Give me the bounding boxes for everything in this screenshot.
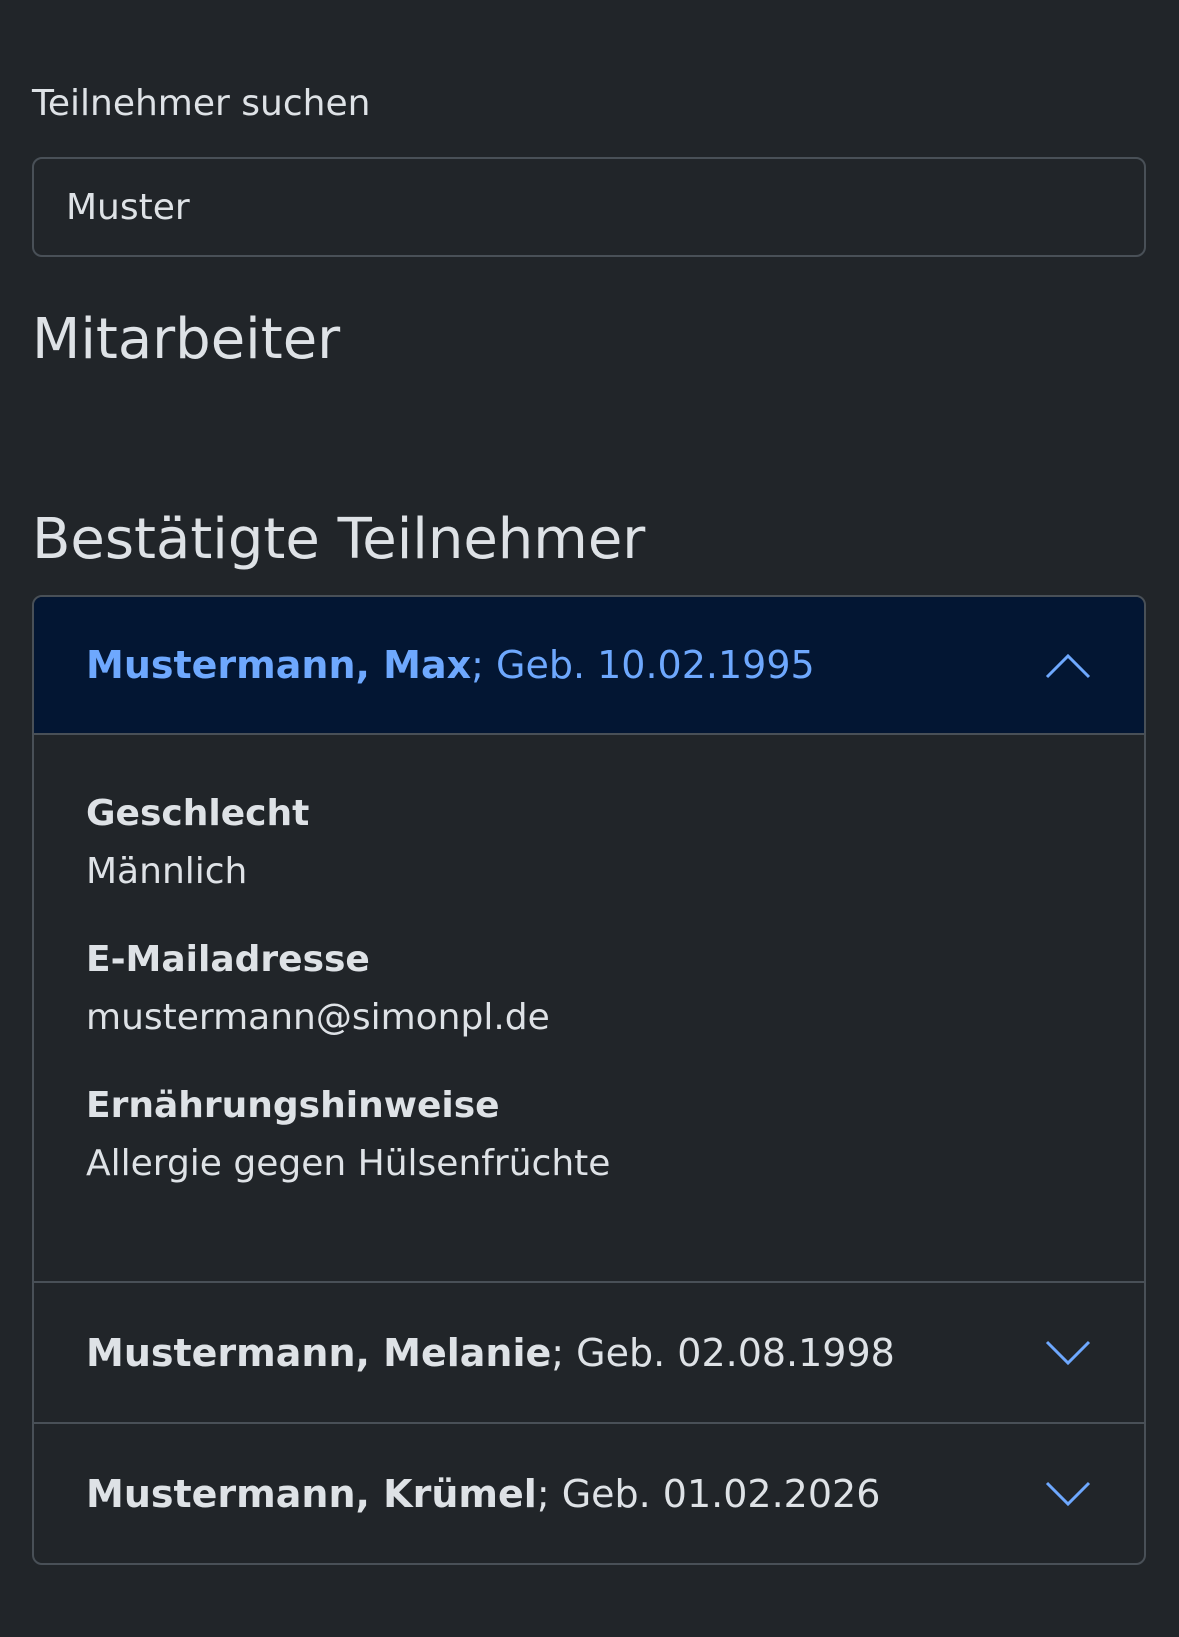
participant-birth: ; Geb. 01.02.2026 [536, 1471, 881, 1516]
participants-accordion: Mustermann, Max; Geb. 10.02.1995 Geschle… [32, 595, 1146, 1565]
participant-name: Mustermann, Melanie [86, 1330, 552, 1375]
participant-header[interactable]: Mustermann, Max; Geb. 10.02.1995 [34, 597, 1144, 735]
participant-title: Mustermann, Krümel; Geb. 01.02.2026 [86, 1472, 880, 1516]
gender-label: Geschlecht [86, 793, 310, 834]
participant-item: Mustermann, Max; Geb. 10.02.1995 Geschle… [34, 597, 1144, 1283]
participant-name: Mustermann, Krümel [86, 1471, 537, 1516]
chevron-down-icon [1045, 1481, 1091, 1506]
participant-name: Mustermann, Max [86, 643, 472, 687]
confirmed-heading: Bestätigte Teilnehmer [32, 507, 646, 572]
diet-label: Ernährungshinweise [86, 1085, 500, 1126]
participant-header[interactable]: Mustermann, Melanie; Geb. 02.08.1998 [34, 1283, 1144, 1422]
chevron-up-icon [1045, 653, 1091, 679]
participant-title: Mustermann, Melanie; Geb. 02.08.1998 [86, 1331, 895, 1375]
participant-birth: ; Geb. 10.02.1995 [471, 643, 815, 687]
participant-header[interactable]: Mustermann, Krümel; Geb. 01.02.2026 [34, 1424, 1144, 1563]
participant-title: Mustermann, Max; Geb. 10.02.1995 [86, 643, 815, 687]
search-label: Teilnehmer suchen [32, 83, 371, 124]
search-input[interactable] [32, 157, 1146, 257]
participant-birth: ; Geb. 02.08.1998 [551, 1330, 895, 1375]
gender-value: Männlich [86, 851, 248, 892]
participant-details: Geschlecht Männlich E-Mailadresse muster… [34, 735, 1144, 1283]
participant-item: Mustermann, Krümel; Geb. 01.02.2026 [34, 1424, 1144, 1563]
diet-value: Allergie gegen Hülsenfrüchte [86, 1143, 611, 1184]
staff-heading: Mitarbeiter [32, 307, 341, 372]
email-label: E-Mailadresse [86, 939, 370, 980]
email-value: mustermann@simonpl.de [86, 997, 550, 1038]
participant-item: Mustermann, Melanie; Geb. 02.08.1998 [34, 1283, 1144, 1424]
chevron-down-icon [1045, 1340, 1091, 1365]
